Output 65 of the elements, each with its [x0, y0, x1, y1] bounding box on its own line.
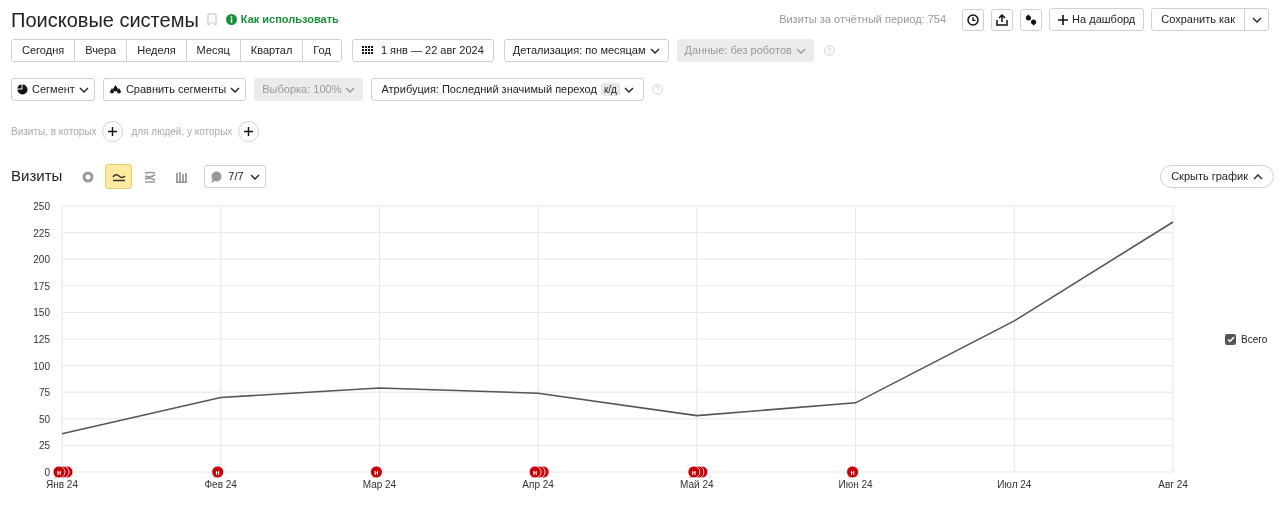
- x-axis-label: Май 24: [680, 479, 714, 490]
- chevron-up-icon: [1253, 173, 1263, 180]
- y-axis-label: 175: [33, 280, 50, 292]
- page-title: Поисковые системы: [11, 9, 199, 30]
- filter-label: Визиты, в которых: [11, 125, 97, 139]
- x-axis-label: Фев 24: [204, 479, 237, 490]
- add-to-dashboard-button[interactable]: На дашборд: [1049, 8, 1145, 31]
- y-axis-label: 100: [33, 360, 50, 372]
- plus-icon: [108, 127, 118, 136]
- quote-button[interactable]: [1020, 8, 1043, 31]
- line-chart-icon: [111, 171, 126, 182]
- calendar-icon: [361, 46, 373, 55]
- visits-total: Визиты за отчётный период: 754: [779, 12, 947, 28]
- chevron-down-icon: [345, 86, 356, 93]
- drops-icon: [108, 84, 122, 95]
- x-axis-label: Авг 24: [1158, 479, 1188, 490]
- attribution-dropdown[interactable]: Атрибуция: Последний значимый переход к/д: [371, 78, 644, 101]
- y-axis-label: 50: [38, 413, 50, 425]
- x-axis-label: Июн 24: [838, 479, 873, 490]
- y-axis-label: 0: [44, 467, 50, 478]
- date-range-button[interactable]: 1 янв — 22 авг 2024: [351, 39, 494, 62]
- chart-type-button[interactable]: [105, 164, 133, 189]
- detail-dropdown[interactable]: Детализация: по месяцам: [503, 39, 669, 62]
- y-axis-label: 225: [33, 227, 50, 239]
- chevron-down-icon: [795, 47, 806, 54]
- plus-icon: [1058, 14, 1069, 25]
- legend-checkbox[interactable]: [1225, 333, 1236, 345]
- history-button[interactable]: [962, 8, 985, 31]
- chevron-down-icon: [623, 86, 634, 93]
- x-axis-label: Июл 24: [997, 479, 1032, 490]
- y-axis-label: 250: [33, 201, 50, 212]
- clock-icon: [967, 13, 980, 26]
- segment-dropdown[interactable]: Сегмент: [11, 78, 95, 101]
- x-axis-label: Мар 24: [362, 479, 397, 490]
- info-icon: [225, 14, 237, 25]
- chevron-down-icon: [1251, 16, 1262, 23]
- attribution-badge: к/д: [600, 83, 620, 96]
- compare-segments-dropdown[interactable]: Сравнить сегменты: [102, 78, 247, 101]
- plus-icon: [244, 127, 254, 136]
- bar-chart-icon: [174, 170, 187, 183]
- y-axis-label: 75: [38, 387, 50, 399]
- x-axis-label: Янв 24: [46, 479, 78, 490]
- check-icon: [1226, 335, 1235, 343]
- period-tab[interactable]: Год: [302, 40, 341, 61]
- filter-label: для людей, у которых: [131, 125, 233, 139]
- chevron-down-icon: [78, 86, 89, 93]
- y-axis-label: 125: [33, 334, 50, 345]
- legend-label: Всего: [1241, 332, 1268, 347]
- y-axis-label: 150: [33, 307, 50, 319]
- stacked-area-icon: [143, 170, 156, 183]
- comment-icon: [210, 170, 223, 183]
- pie-chart-icon: [81, 170, 94, 183]
- chart-title: Визиты: [11, 166, 63, 187]
- annotations-dropdown[interactable]: 7/7: [204, 165, 266, 188]
- y-axis-label: 25: [38, 440, 50, 452]
- chevron-down-icon: [649, 47, 660, 54]
- how-to-use-link[interactable]: Как использовать: [240, 11, 339, 28]
- upload-icon: [996, 13, 1009, 26]
- quote-icon: [1025, 13, 1038, 26]
- chevron-down-icon: [230, 86, 241, 93]
- chevron-down-icon: [249, 173, 260, 180]
- pie-icon: [17, 84, 28, 95]
- x-axis-label: Апр 24: [522, 479, 554, 490]
- y-axis-label: 200: [33, 254, 50, 266]
- share-button[interactable]: [991, 8, 1014, 31]
